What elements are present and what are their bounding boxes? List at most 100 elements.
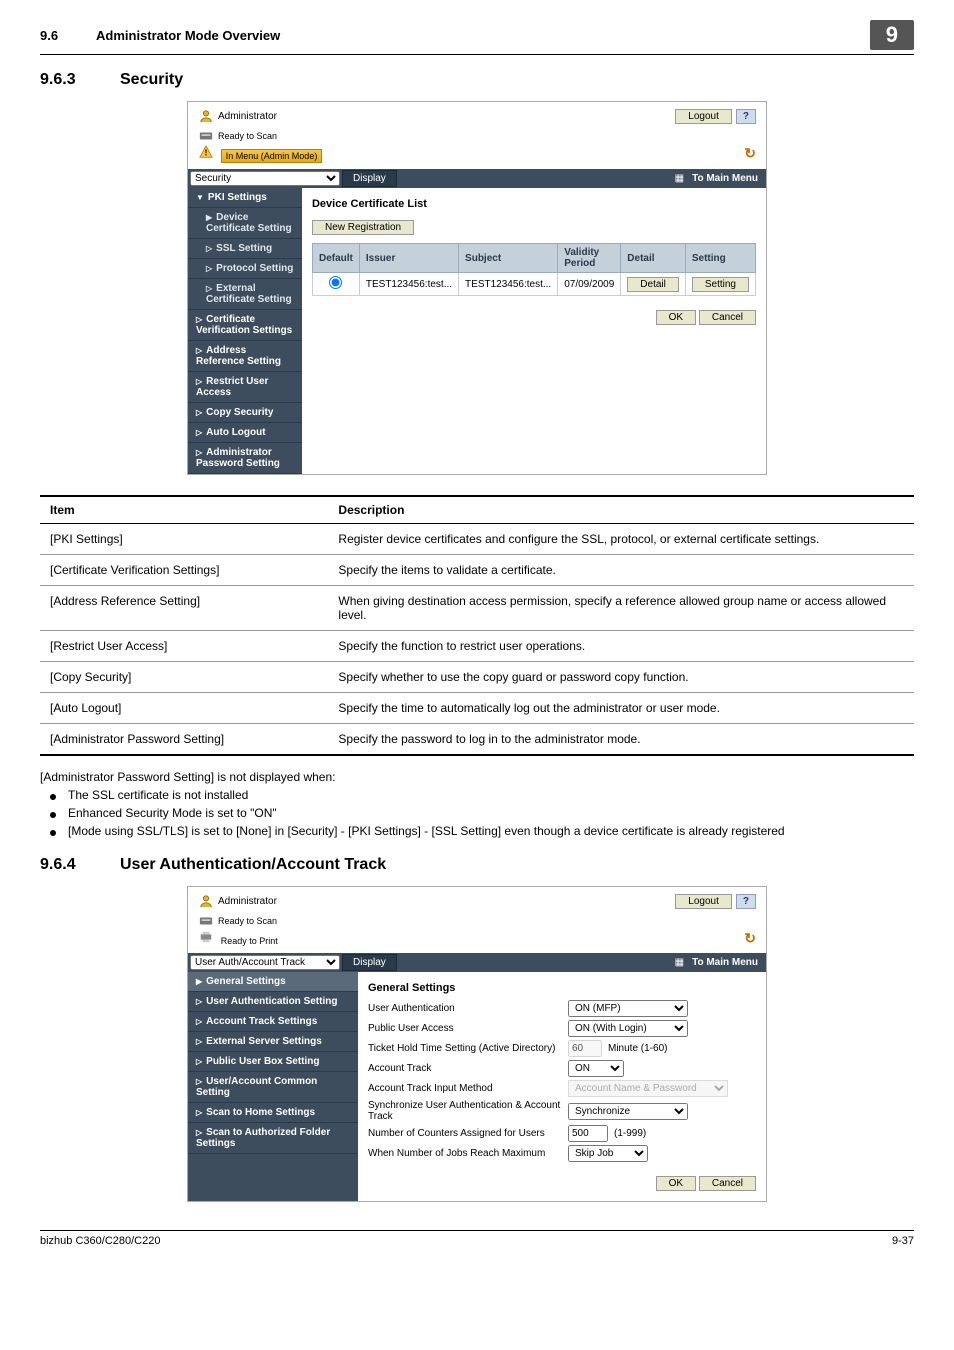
administrator-label: Administrator	[218, 111, 277, 122]
app-security-panel: Administrator Logout ? Ready to Scan In …	[187, 101, 767, 475]
col-validity: Validity Period	[558, 244, 621, 273]
app-auth-panel: Administrator Logout ? Ready to Scan Rea…	[187, 886, 767, 1202]
cell-description: Specify the function to restrict user op…	[328, 631, 914, 662]
sidebar-item-external-server-settings[interactable]: ▷External Server Settings	[188, 1032, 358, 1052]
sidebar-item-public-user-box[interactable]: ▷Public User Box Setting	[188, 1052, 358, 1072]
sidebar-item-pki-settings[interactable]: ▼PKI Settings	[188, 188, 302, 208]
page-header: 9.6 Administrator Mode Overview 9	[40, 20, 914, 55]
sidebar-item-device-cert[interactable]: ▶Device Certificate Setting	[188, 208, 302, 239]
table-row: [Copy Security]Specify whether to use th…	[40, 662, 914, 693]
chapter-badge: 9	[870, 20, 914, 50]
sidebar-item-user-account-common[interactable]: ▷User/Account Common Setting	[188, 1072, 358, 1103]
sidebar-item-admin-password[interactable]: ▷Administrator Password Setting	[188, 443, 302, 474]
reload-icon[interactable]: ↻	[744, 145, 756, 162]
triangle-icon: ▷	[196, 408, 202, 417]
triangle-icon: ▷	[196, 1057, 202, 1066]
category-select[interactable]: User Auth/Account Track	[190, 955, 340, 970]
cancel-button[interactable]: Cancel	[699, 1176, 756, 1191]
display-button[interactable]: Display	[342, 170, 397, 187]
account-track-label: Account Track	[368, 1063, 568, 1074]
sidebar-item-address-reference[interactable]: ▷Address Reference Setting	[188, 341, 302, 372]
triangle-icon: ▷	[206, 284, 212, 293]
caret-down-icon: ▼	[196, 193, 204, 202]
table-row: [Restrict User Access]Specify the functi…	[40, 631, 914, 662]
display-button[interactable]: Display	[342, 954, 397, 971]
sidebar-item-protocol-setting[interactable]: ▷Protocol Setting	[188, 259, 302, 279]
ok-button[interactable]: OK	[656, 1176, 696, 1191]
sync-select[interactable]: Synchronize	[568, 1103, 688, 1120]
subsection-number: 9.6.3	[40, 71, 96, 89]
col-subject: Subject	[459, 244, 558, 273]
col-default: Default	[312, 244, 359, 273]
cell-description: Specify the password to log in to the ad…	[328, 724, 914, 756]
content-title: Device Certificate List	[312, 198, 756, 210]
triangle-icon: ▷	[196, 1017, 202, 1026]
sidebar-item-restrict-user[interactable]: ▷Restrict User Access	[188, 372, 302, 403]
toolbar: Security Display ▦ To Main Menu	[188, 169, 766, 188]
sidebar: ▶General Settings ▷User Authentication S…	[188, 972, 358, 1201]
col-issuer: Issuer	[359, 244, 458, 273]
logout-button[interactable]: Logout	[675, 894, 732, 909]
sidebar-item-user-auth-setting[interactable]: ▷User Authentication Setting	[188, 992, 358, 1012]
toolbar: User Auth/Account Track Display ▦ To Mai…	[188, 953, 766, 972]
cell-item: [Copy Security]	[40, 662, 328, 693]
ticket-hold-input[interactable]	[568, 1040, 602, 1057]
jobs-max-label: When Number of Jobs Reach Maximum	[368, 1148, 568, 1159]
sidebar-item-ssl-setting[interactable]: ▷SSL Setting	[188, 239, 302, 259]
scanner-icon	[198, 128, 214, 144]
detail-button[interactable]: Detail	[627, 277, 679, 292]
cell-item: [Auto Logout]	[40, 693, 328, 724]
cell-description: Specify the time to automatically log ou…	[328, 693, 914, 724]
new-registration-button[interactable]: New Registration	[312, 220, 414, 235]
cell-description: Specify whether to use the copy guard or…	[328, 662, 914, 693]
sidebar-item-copy-security[interactable]: ▷Copy Security	[188, 403, 302, 423]
triangle-icon: ▷	[196, 1077, 202, 1086]
user-auth-select[interactable]: ON (MFP)	[568, 1000, 688, 1017]
to-main-menu-link[interactable]: To Main Menu	[684, 953, 766, 972]
to-main-menu-link[interactable]: To Main Menu	[684, 169, 766, 188]
account-track-select[interactable]: ON	[568, 1060, 624, 1077]
administrator-icon	[198, 893, 214, 909]
cell-description: When giving destination access permissio…	[328, 586, 914, 631]
section-title: Administrator Mode Overview	[96, 28, 870, 43]
public-user-select[interactable]: ON (With Login)	[568, 1020, 688, 1037]
note-intro: [Administrator Password Setting] is not …	[40, 770, 914, 784]
subsection-heading-security: 9.6.3 Security	[40, 71, 914, 89]
sidebar-item-account-track-settings[interactable]: ▷Account Track Settings	[188, 1012, 358, 1032]
cell-item: [Address Reference Setting]	[40, 586, 328, 631]
jobs-max-select[interactable]: Skip Job	[568, 1145, 648, 1162]
ready-scan-label: Ready to Scan	[218, 131, 277, 141]
logout-button[interactable]: Logout	[675, 109, 732, 124]
ok-button[interactable]: OK	[656, 310, 696, 325]
setting-button[interactable]: Setting	[692, 277, 749, 292]
subsection-number: 9.6.4	[40, 856, 96, 874]
user-auth-label: User Authentication	[368, 1003, 568, 1014]
sidebar-item-auto-logout[interactable]: ▷Auto Logout	[188, 423, 302, 443]
cell-issuer: TEST123456:test...	[359, 273, 458, 296]
sidebar-item-general-settings[interactable]: ▶General Settings	[188, 972, 358, 992]
triangle-icon: ▷	[196, 377, 202, 386]
sidebar-item-cert-verification[interactable]: ▷Certificate Verification Settings	[188, 310, 302, 341]
col-detail: Detail	[621, 244, 686, 273]
triangle-icon: ▷	[206, 264, 212, 273]
sidebar-item-external-cert-setting[interactable]: ▷External Certificate Setting	[188, 279, 302, 310]
default-radio[interactable]	[329, 276, 342, 289]
num-counters-input[interactable]	[568, 1125, 608, 1142]
list-item: The SSL certificate is not installed	[40, 788, 914, 802]
triangle-icon: ▷	[196, 997, 202, 1006]
table-row: [PKI Settings]Register device certificat…	[40, 524, 914, 555]
cancel-button[interactable]: Cancel	[699, 310, 756, 325]
sidebar-item-scan-authorized-folder[interactable]: ▷Scan to Authorized Folder Settings	[188, 1123, 358, 1154]
page-footer: bizhub C360/C280/C220 9-37	[40, 1230, 914, 1247]
category-select[interactable]: Security	[190, 171, 340, 186]
ready-print-label: Ready to Print	[221, 936, 278, 946]
administrator-icon	[198, 108, 214, 124]
sidebar-item-scan-to-home[interactable]: ▷Scan to Home Settings	[188, 1103, 358, 1123]
content-area: Device Certificate List New Registration…	[302, 188, 766, 474]
content-title: General Settings	[368, 982, 756, 994]
triangle-icon: ▶	[196, 977, 202, 986]
help-button[interactable]: ?	[736, 894, 756, 909]
triangle-icon: ▷	[196, 1037, 202, 1046]
reload-icon[interactable]: ↻	[744, 930, 756, 947]
help-button[interactable]: ?	[736, 109, 756, 124]
